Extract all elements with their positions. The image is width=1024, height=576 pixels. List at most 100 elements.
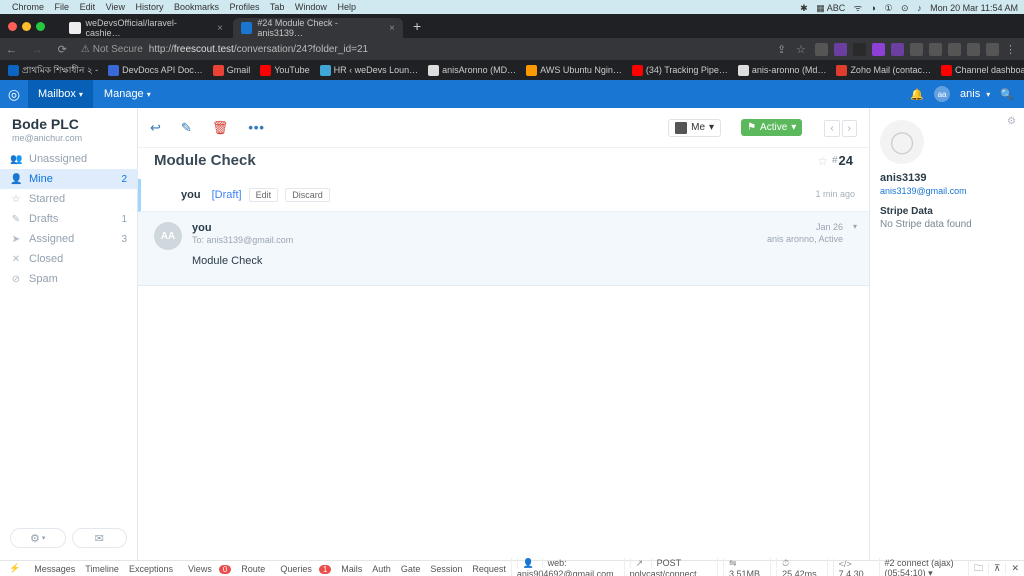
close-icon[interactable] bbox=[8, 22, 17, 31]
bookmark-item[interactable]: YouTube bbox=[260, 65, 309, 76]
next-button[interactable]: › bbox=[842, 120, 857, 137]
zoom-icon[interactable] bbox=[36, 22, 45, 31]
share-icon[interactable]: ⇪ bbox=[777, 43, 790, 56]
bookmark-item[interactable]: DevDocs API Doc… bbox=[108, 65, 203, 76]
menu-file[interactable]: File bbox=[55, 2, 70, 12]
not-secure-badge[interactable]: ⚠Not Secure bbox=[81, 44, 143, 55]
menu-history[interactable]: History bbox=[135, 2, 163, 12]
dbg-tab[interactable]: Timeline bbox=[80, 564, 124, 574]
new-tab-button[interactable]: + bbox=[405, 18, 429, 34]
gear-icon[interactable]: ⚙ bbox=[1007, 116, 1016, 127]
dbg-tab[interactable]: Messages bbox=[29, 564, 80, 574]
menu-bookmarks[interactable]: Bookmarks bbox=[174, 2, 219, 12]
prev-button[interactable]: ‹ bbox=[824, 120, 839, 137]
chrome-menu-icon[interactable]: ⋮ bbox=[1005, 43, 1018, 56]
debugbar-icon[interactable]: ⚡ bbox=[4, 563, 25, 574]
bookmark-item[interactable]: Channel dashboar… bbox=[941, 65, 1024, 76]
dbg-tab[interactable]: Exceptions bbox=[124, 564, 178, 574]
sidebar-settings-button[interactable]: ⚙▾ bbox=[10, 528, 66, 548]
sidebar-folder[interactable]: 👤Mine2 bbox=[0, 169, 137, 189]
dbg-tab[interactable]: Gate bbox=[396, 564, 426, 574]
dbg-tab[interactable]: Views0 bbox=[178, 564, 236, 574]
bookmarks-bar: প্রাথমিক শিক্ষাধীন ২ - DevDocs API Doc… … bbox=[0, 60, 1024, 80]
message-item[interactable]: AA you To: anis3139@gmail.com Module Che… bbox=[138, 212, 869, 286]
bookmark-item[interactable]: anis-aronno (Md… bbox=[738, 65, 827, 76]
menu-view[interactable]: View bbox=[106, 2, 125, 12]
tab-close-icon[interactable]: × bbox=[217, 23, 223, 34]
ext-icon[interactable] bbox=[986, 43, 999, 56]
window-controls[interactable] bbox=[8, 22, 45, 31]
dbg-minimize-icon[interactable]: ⊼ bbox=[988, 563, 1006, 574]
site-icon bbox=[108, 65, 119, 76]
bookmark-star-icon[interactable]: ☆ bbox=[796, 43, 809, 56]
menu-window[interactable]: Window bbox=[295, 2, 327, 12]
browser-tab[interactable]: #24 Module Check - anis3139… × bbox=[233, 18, 403, 38]
ext-icon[interactable] bbox=[948, 43, 961, 56]
assignee-picker[interactable]: Me▾ bbox=[668, 119, 721, 137]
sidebar-folder[interactable]: ✕Closed bbox=[0, 249, 137, 269]
dbg-tab[interactable]: Session bbox=[425, 564, 467, 574]
folder-icon: 👥 bbox=[10, 154, 22, 165]
ext-icon[interactable] bbox=[853, 43, 866, 56]
menu-tab[interactable]: Tab bbox=[270, 2, 285, 12]
dbg-request-picker[interactable]: #2 connect (ajax) (05:54:10) ▾ bbox=[879, 558, 968, 576]
bookmark-item[interactable]: Gmail bbox=[213, 65, 251, 76]
sidebar-compose-button[interactable]: ✉ bbox=[72, 528, 128, 548]
chevron-down-icon[interactable]: ▾ bbox=[853, 222, 857, 231]
more-actions-button[interactable]: ••• bbox=[248, 120, 265, 135]
menu-app[interactable]: Chrome bbox=[12, 2, 44, 12]
menu-help[interactable]: Help bbox=[337, 2, 356, 12]
dbg-tab[interactable]: Mails bbox=[336, 564, 367, 574]
forward-button[interactable]: → bbox=[26, 44, 49, 56]
search-icon[interactable]: 🔍 bbox=[1000, 88, 1014, 101]
bookmark-item[interactable]: HR ‹ weDevs Loun… bbox=[320, 65, 419, 76]
url-field[interactable]: http://freescout.test/conversation/24?fo… bbox=[149, 44, 777, 55]
star-icon[interactable]: ☆ bbox=[817, 154, 828, 168]
dbg-tab[interactable]: Auth bbox=[367, 564, 396, 574]
reload-button[interactable]: ⟳ bbox=[52, 44, 73, 56]
back-button[interactable]: ← bbox=[0, 44, 23, 56]
menu-edit[interactable]: Edit bbox=[80, 2, 96, 12]
draft-row[interactable]: you [Draft] Edit Discard 1 min ago bbox=[138, 179, 869, 212]
note-button[interactable]: ✎ bbox=[181, 120, 192, 136]
ext-icon[interactable] bbox=[872, 43, 885, 56]
menu-profiles[interactable]: Profiles bbox=[230, 2, 260, 12]
mailbox-menu[interactable]: Mailbox▾ bbox=[28, 80, 93, 108]
ext-icon[interactable] bbox=[815, 43, 828, 56]
user-menu[interactable]: anis ▾ bbox=[960, 88, 990, 100]
user-icon bbox=[675, 122, 687, 134]
sidebar-folder[interactable]: 👥Unassigned bbox=[0, 149, 137, 169]
notifications-icon[interactable]: 🔔 bbox=[910, 88, 924, 101]
ext-icon[interactable] bbox=[834, 43, 847, 56]
dbg-close-icon[interactable]: ✕ bbox=[1005, 563, 1024, 574]
dbg-folder-icon[interactable]: 🗀 bbox=[968, 561, 988, 576]
draft-discard-button[interactable]: Discard bbox=[285, 188, 330, 202]
dbg-tab[interactable]: Route bbox=[236, 564, 270, 574]
bookmark-item[interactable]: AWS Ubuntu Ngin… bbox=[526, 65, 622, 76]
draft-edit-button[interactable]: Edit bbox=[249, 188, 279, 202]
ext-icon[interactable] bbox=[910, 43, 923, 56]
ext-icon[interactable] bbox=[929, 43, 942, 56]
bookmark-item[interactable]: প্রাথমিক শিক্ষাধীন ২ - bbox=[8, 63, 98, 78]
dbg-tab[interactable]: Request bbox=[467, 564, 511, 574]
sidebar-folder[interactable]: ⊘Spam bbox=[0, 269, 137, 289]
customer-email[interactable]: anis3139@gmail.com bbox=[880, 186, 1014, 196]
manage-menu[interactable]: Manage▾ bbox=[94, 88, 161, 100]
bookmark-item[interactable]: anisAronno (MD… bbox=[428, 65, 516, 76]
ext-icon[interactable] bbox=[891, 43, 904, 56]
browser-tab[interactable]: weDevsOfficial/laravel-cashie… × bbox=[61, 18, 231, 38]
app-logo-icon[interactable]: ◎ bbox=[0, 86, 28, 103]
dbg-tab[interactable]: Queries1 bbox=[270, 564, 336, 574]
bookmark-item[interactable]: (34) Tracking Pipe… bbox=[632, 65, 728, 76]
sidebar-folder[interactable]: ☆Starred bbox=[0, 189, 137, 209]
conversation-title: Module Check bbox=[154, 152, 256, 169]
minimize-icon[interactable] bbox=[22, 22, 31, 31]
bookmark-item[interactable]: Zoho Mail (contac… bbox=[836, 65, 931, 76]
delete-button[interactable]: 🗑 bbox=[212, 120, 229, 136]
sidebar-folder[interactable]: ✎Drafts1 bbox=[0, 209, 137, 229]
tab-close-icon[interactable]: × bbox=[389, 23, 395, 34]
status-picker[interactable]: ⚑Active▾ bbox=[741, 119, 802, 136]
ext-icon[interactable] bbox=[967, 43, 980, 56]
reply-button[interactable]: ↩ bbox=[150, 120, 161, 136]
sidebar-folder[interactable]: ➤Assigned3 bbox=[0, 229, 137, 249]
